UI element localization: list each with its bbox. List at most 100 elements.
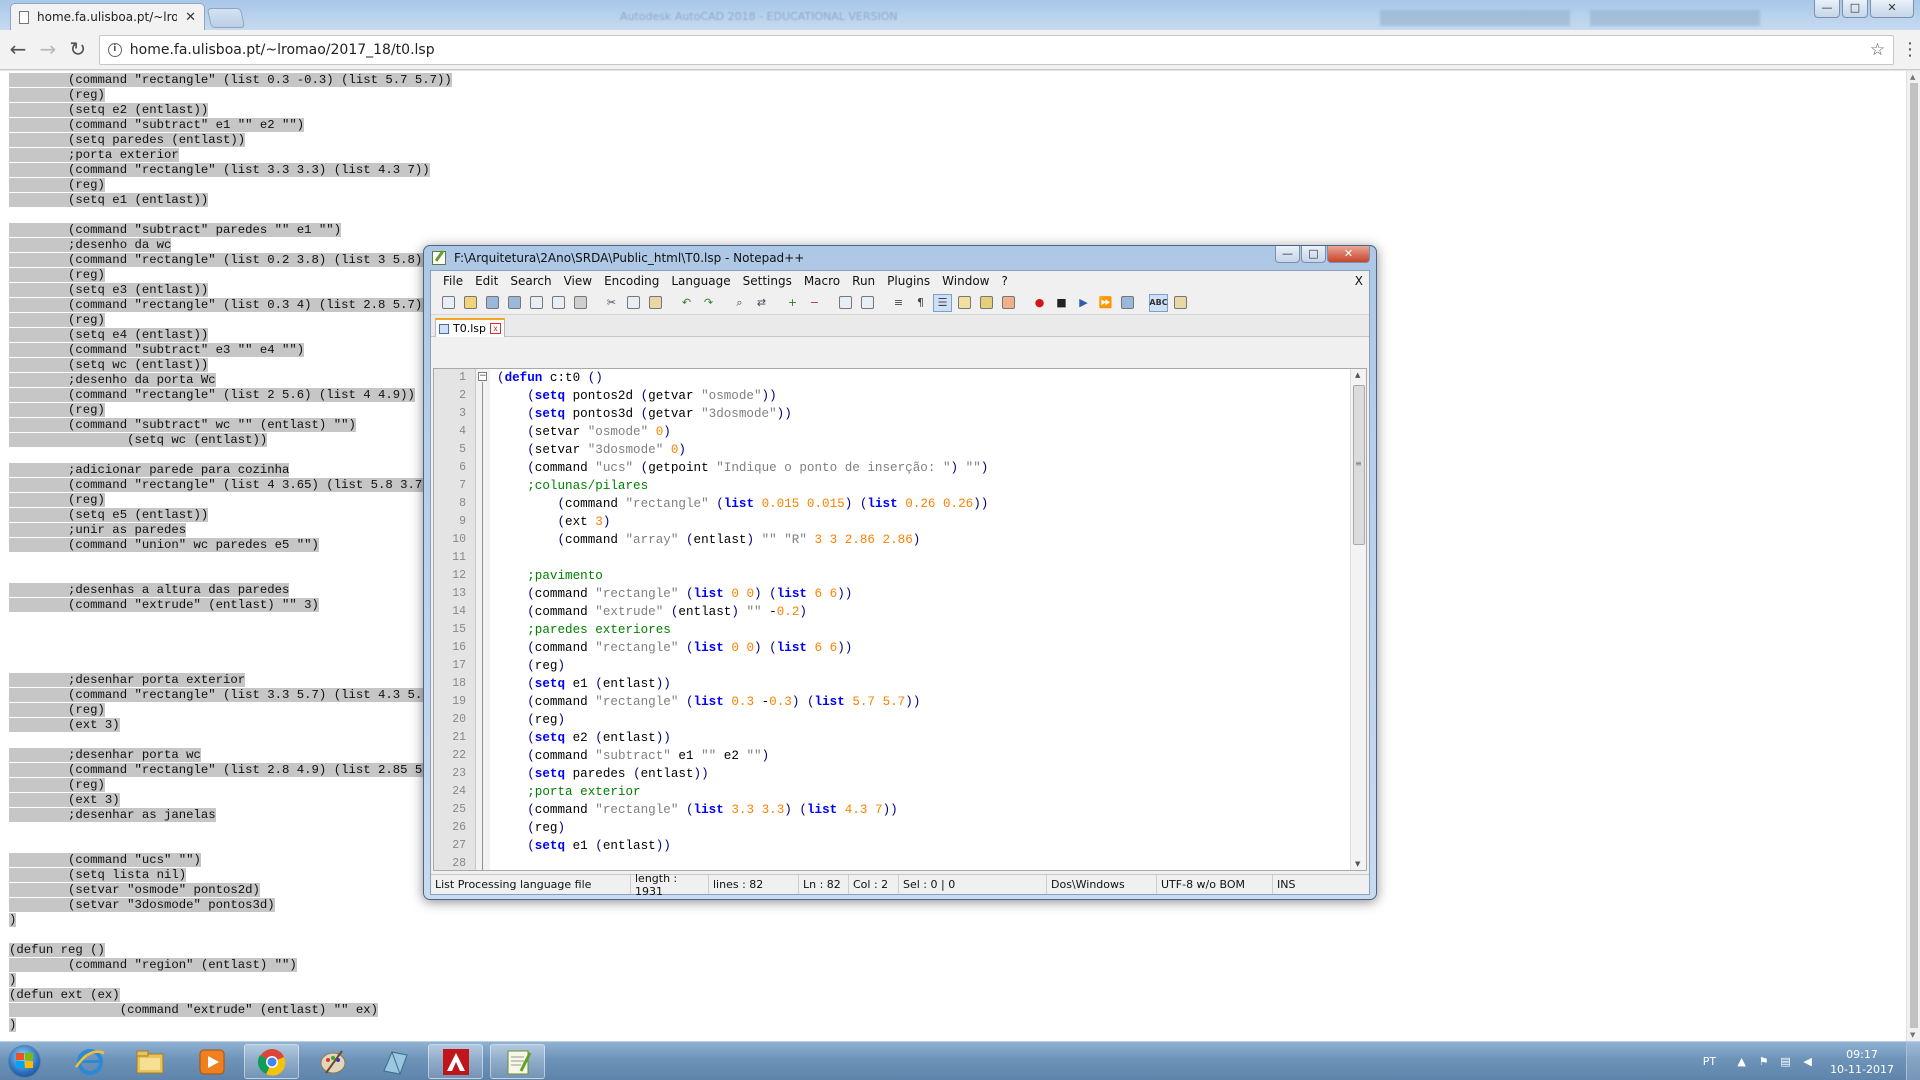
document-tab[interactable]: T0.lsp x: [435, 318, 505, 337]
menu-window[interactable]: Window: [936, 274, 995, 288]
menu-run[interactable]: Run: [846, 274, 881, 288]
clock[interactable]: 09:17 10-11-2017: [1830, 1047, 1894, 1077]
sync-vertical-icon[interactable]: [836, 294, 855, 312]
paint-palette-icon[interactable]: [305, 1044, 360, 1079]
address-bar[interactable]: i home.fa.ulisboa.pt/~lromao/2017_18/t0.…: [98, 34, 1895, 65]
maximize-button[interactable]: □: [1842, 0, 1868, 18]
minimize-button[interactable]: —: [1275, 246, 1300, 263]
zoom-out-icon[interactable]: −: [805, 294, 824, 312]
chrome-icon[interactable]: [244, 1044, 299, 1079]
close-tab-icon[interactable]: x: [490, 323, 501, 334]
replace-icon[interactable]: ⇄: [752, 294, 771, 312]
word-wrap-icon[interactable]: ≡: [889, 294, 908, 312]
scroll-up-arrow-icon[interactable]: ▲: [1355, 371, 1360, 379]
notepad-plus-plus-icon[interactable]: [490, 1044, 545, 1079]
close-file-icon[interactable]: [527, 294, 546, 312]
source-line: ): [9, 1018, 1906, 1033]
close-document-button[interactable]: X: [1355, 274, 1369, 288]
close-window-button[interactable]: ✕: [1870, 0, 1914, 18]
paste-icon[interactable]: [646, 294, 665, 312]
scroll-down-arrow-icon[interactable]: ▼: [1910, 1031, 1915, 1039]
plugin-icon[interactable]: [1171, 294, 1190, 312]
open-file-icon[interactable]: [461, 294, 480, 312]
reload-icon[interactable]: ↻: [63, 35, 93, 65]
source-line-text: (command "rectangle" (list 3.3 5.7) (lis…: [9, 688, 452, 702]
menu-plugins[interactable]: Plugins: [881, 274, 936, 288]
close-icon[interactable]: ✕: [185, 10, 196, 25]
new-tab-button[interactable]: [206, 8, 246, 28]
run-macro-multiple-icon[interactable]: ⏩: [1096, 294, 1115, 312]
fold-toggle-icon[interactable]: −: [478, 372, 487, 381]
scroll-thumb[interactable]: [1910, 83, 1918, 1028]
doc-map-icon[interactable]: [955, 294, 974, 312]
show-hidden-icons-icon[interactable]: ▲: [1734, 1055, 1749, 1068]
info-icon[interactable]: i: [107, 42, 122, 57]
new-file-icon[interactable]: [439, 294, 458, 312]
function-list-icon[interactable]: [977, 294, 996, 312]
cut-icon[interactable]: ✂: [602, 294, 621, 312]
show-desktop-button[interactable]: [1906, 1042, 1920, 1080]
page-scrollbar[interactable]: ▲ ▼: [1906, 71, 1920, 1041]
save-macro-icon[interactable]: [1118, 294, 1137, 312]
menu-edit[interactable]: Edit: [469, 274, 504, 288]
zoom-in-icon[interactable]: +: [783, 294, 802, 312]
line-number: 5: [459, 443, 466, 456]
editor-scrollbar[interactable]: ▲ ≡ ▼: [1350, 369, 1366, 870]
scroll-down-arrow-icon[interactable]: ▼: [1355, 860, 1360, 868]
minimize-button[interactable]: —: [1814, 0, 1840, 18]
browser-tab[interactable]: home.fa.ulisboa.pt/~lromao/2017_18/t0.ls…: [10, 3, 205, 30]
play-macro-icon[interactable]: ▶: [1074, 294, 1093, 312]
network-icon[interactable]: ▤: [1778, 1055, 1793, 1068]
menu-file[interactable]: File: [437, 274, 469, 288]
close-window-button[interactable]: ✕: [1327, 246, 1370, 263]
forward-arrow-icon[interactable]: →: [33, 35, 63, 65]
url-text[interactable]: home.fa.ulisboa.pt/~lromao/2017_18/t0.ls…: [130, 42, 1862, 58]
record-macro-icon[interactable]: ●: [1030, 294, 1049, 312]
status-lines: lines : 82: [709, 875, 799, 894]
autocad-icon[interactable]: [428, 1044, 483, 1079]
sync-horizontal-icon[interactable]: [858, 294, 877, 312]
stop-macro-icon[interactable]: ■: [1052, 294, 1071, 312]
save-all-icon[interactable]: [505, 294, 524, 312]
notepad-window-controls: — □ ✕: [1275, 246, 1370, 263]
save-icon[interactable]: [483, 294, 502, 312]
menu-language[interactable]: Language: [665, 274, 736, 288]
show-all-chars-icon[interactable]: ¶: [911, 294, 930, 312]
redo-icon[interactable]: ↷: [699, 294, 718, 312]
browser-menu-icon[interactable]: ⋮: [1900, 39, 1920, 60]
close-all-icon[interactable]: [549, 294, 568, 312]
language-indicator[interactable]: PT: [1703, 1055, 1716, 1068]
undo-icon[interactable]: ↶: [677, 294, 696, 312]
find-icon[interactable]: ⌕: [730, 294, 749, 312]
source-line-text: (defun ext (ex): [9, 988, 120, 1002]
menu-settings[interactable]: Settings: [737, 274, 798, 288]
spell-check-icon[interactable]: ABC: [1149, 293, 1168, 312]
copy-icon[interactable]: [624, 294, 643, 312]
menu-view[interactable]: View: [558, 274, 598, 288]
line-number: 4: [459, 425, 466, 438]
scroll-up-arrow-icon[interactable]: ▲: [1910, 73, 1915, 81]
back-arrow-icon[interactable]: ←: [3, 35, 33, 65]
notepad-titlebar[interactable]: F:\Arquitetura\2Ano\SRDA\Public_html\T0.…: [424, 246, 1376, 270]
internet-explorer-icon[interactable]: [62, 1044, 117, 1079]
file-explorer-icon[interactable]: [122, 1044, 177, 1079]
editor-line-text: (command "rectangle" (list 0 0) (list 6 …: [527, 587, 853, 601]
menu-help[interactable]: ?: [995, 274, 1013, 288]
indent-guide-icon[interactable]: ☰: [933, 293, 952, 312]
menu-macro[interactable]: Macro: [798, 274, 846, 288]
start-button[interactable]: [3, 1043, 47, 1080]
menu-encoding[interactable]: Encoding: [598, 274, 665, 288]
source-line: (setq e1 (entlast)): [9, 193, 1906, 208]
folder-workspace-icon[interactable]: [999, 294, 1018, 312]
sketch-app-icon[interactable]: [367, 1044, 422, 1079]
source-line: (setvar "3dosmode" pontos3d): [9, 898, 1906, 913]
code-editor[interactable]: − 1 (defun c:t0 () 2 (setq pontos2d (getva…: [433, 368, 1367, 871]
menu-search[interactable]: Search: [504, 274, 557, 288]
bookmark-star-icon[interactable]: ☆: [1870, 40, 1885, 60]
action-center-flag-icon[interactable]: ⚑: [1756, 1055, 1771, 1068]
line-number: 3: [459, 407, 466, 420]
media-player-icon[interactable]: [184, 1044, 239, 1079]
maximize-button[interactable]: □: [1301, 246, 1326, 263]
print-icon[interactable]: [571, 294, 590, 312]
volume-icon[interactable]: ◀: [1800, 1055, 1815, 1068]
